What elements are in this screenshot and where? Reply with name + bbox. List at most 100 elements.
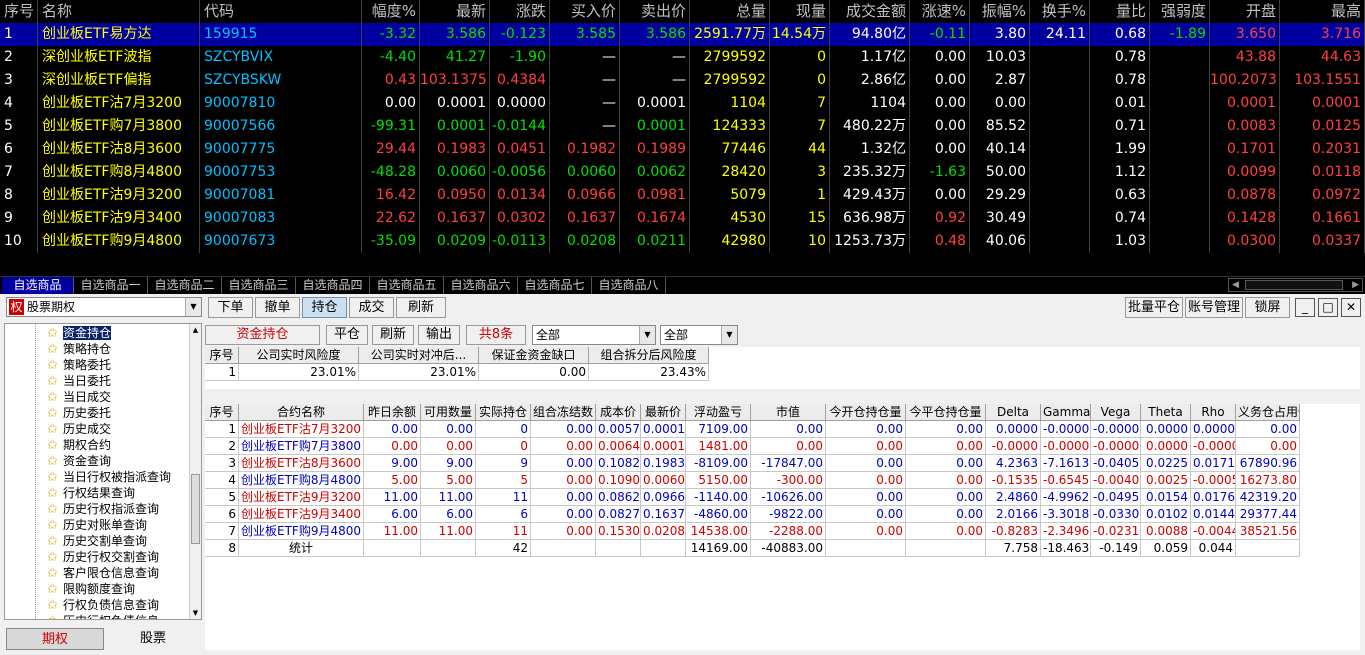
watchlist-tab-8[interactable]: 自选商品八 bbox=[592, 277, 666, 294]
nav-item[interactable]: ✩ 历史对账单查询 bbox=[47, 517, 147, 533]
nav-item[interactable]: ✩ 历史行权指派查询 bbox=[47, 501, 159, 517]
scroll-thumb[interactable] bbox=[1245, 280, 1343, 290]
tab-stocks[interactable]: 股票 bbox=[104, 628, 202, 650]
nav-item[interactable]: ✩ 当日行权被指派查询 bbox=[47, 469, 171, 485]
lock-screen-button[interactable]: 锁屏 bbox=[1245, 297, 1290, 318]
nav-item[interactable]: ✩ 历史成交 bbox=[47, 421, 111, 437]
col-strength-header[interactable]: 强弱度 bbox=[1150, 0, 1210, 23]
refresh-positions-button[interactable]: 刷新 bbox=[372, 325, 414, 345]
col-amplitude-header[interactable]: 振幅% bbox=[970, 0, 1030, 23]
quote-row[interactable]: 5 创业板ETF购7月3800 90007566 -99.31 0.0001 -0.014… bbox=[0, 115, 1365, 138]
col-code-header[interactable]: 代码 bbox=[200, 0, 362, 23]
position_table-col-header[interactable]: Gamma bbox=[1041, 404, 1091, 421]
nav-item[interactable]: ✩ 历史行权交割查询 bbox=[47, 549, 159, 565]
position_table-col-header[interactable]: 市值 bbox=[751, 404, 826, 421]
scroll-right-icon[interactable]: ▶ bbox=[1352, 279, 1359, 291]
scroll-down-icon[interactable]: ▼ bbox=[191, 608, 200, 618]
position_table-col-header[interactable]: Rho bbox=[1191, 404, 1236, 421]
position_table-col-header[interactable]: Theta bbox=[1141, 404, 1191, 421]
quote-row[interactable]: 1 创业板ETF易方达 159915 -3.32 3.586 -0.123 3.585 3.5… bbox=[0, 23, 1365, 46]
col-change-pct-header[interactable]: 幅度% bbox=[362, 0, 420, 23]
col-last-header[interactable]: 最新 bbox=[420, 0, 490, 23]
fund_table-col-header[interactable]: 序号 bbox=[205, 347, 239, 364]
category-select[interactable]: 权 股票期权 ▼ bbox=[6, 297, 202, 317]
maximize-icon[interactable]: □ bbox=[1318, 298, 1338, 317]
nav-item[interactable]: ✩ 资金持仓 bbox=[47, 325, 112, 341]
quote-row[interactable]: 6 创业板ETF沽8月3600 90007775 29.44 0.1983 0.0451 0… bbox=[0, 138, 1365, 161]
account-manage-button[interactable]: 账号管理 bbox=[1185, 297, 1243, 318]
watchlist-tab-7[interactable]: 自选商品七 bbox=[518, 277, 592, 294]
col-change-header[interactable]: 涨跌 bbox=[490, 0, 550, 23]
scroll-left-icon[interactable]: ◀ bbox=[1232, 279, 1239, 291]
nav-item[interactable]: ✩ 资金查询 bbox=[47, 453, 111, 469]
position_table-col-header[interactable]: 今开仓持仓量 bbox=[826, 404, 906, 421]
nav-item[interactable]: ✩ 策略委托 bbox=[47, 357, 111, 373]
col-speed-header[interactable]: 涨速% bbox=[910, 0, 970, 23]
batch-close-button[interactable]: 批量平仓 bbox=[1125, 297, 1183, 318]
chevron-down-icon[interactable]: ▼ bbox=[721, 326, 737, 344]
nav-item[interactable]: ✩ 策略持仓 bbox=[47, 341, 111, 357]
fund_table-col-header[interactable]: 保证金资金缺口 bbox=[479, 347, 589, 364]
close-icon[interactable]: ✕ bbox=[1341, 298, 1361, 317]
watchlist-tab-4[interactable]: 自选商品四 bbox=[296, 277, 370, 294]
nav-item[interactable]: ✩ 行权负债信息查询 bbox=[47, 597, 159, 613]
position_table-col-header[interactable]: 成本价 bbox=[596, 404, 641, 421]
nav-item[interactable]: ✩历史行权负债信息 bbox=[47, 613, 159, 619]
position_table-col-header[interactable]: 可用数量 bbox=[421, 404, 476, 421]
quote-row[interactable]: 2 深创业板ETF波指 SZCYBVIX -4.40 41.27 -1.90— —27995… bbox=[0, 46, 1365, 69]
nav-item[interactable]: ✩ 行权结果查询 bbox=[47, 485, 135, 501]
col-high-header[interactable]: 最高 bbox=[1280, 0, 1365, 23]
position_table-col-header[interactable]: 实际持仓 bbox=[476, 404, 531, 421]
col-cur-volume-header[interactable]: 现量 bbox=[770, 0, 830, 23]
col-turnover-rate-header[interactable]: 换手% bbox=[1030, 0, 1090, 23]
quote-row[interactable]: 8 创业板ETF沽9月3200 90007081 16.42 0.0950 0.0134 0… bbox=[0, 184, 1365, 207]
nav-item[interactable]: ✩ 当日成交 bbox=[47, 389, 111, 405]
fund_table-col-header[interactable]: 组合拆分后风险度 bbox=[589, 347, 709, 364]
quote-row[interactable]: 10 创业板ETF购9月4800 90007673 -35.09 0.0209 -0.01… bbox=[0, 230, 1365, 253]
order-button[interactable]: 下单 bbox=[208, 297, 253, 318]
position_table-col-header[interactable]: 最新价 bbox=[641, 404, 686, 421]
position_table-col-header[interactable]: 昨日余额 bbox=[364, 404, 421, 421]
cancel-order-button[interactable]: 撤单 bbox=[255, 297, 300, 318]
tab-options[interactable]: 期权 bbox=[6, 628, 104, 650]
nav-item[interactable]: ✩ 历史委托 bbox=[47, 405, 111, 421]
chevron-down-icon[interactable]: ▼ bbox=[185, 298, 201, 316]
watchlist-tab-5[interactable]: 自选商品五 bbox=[370, 277, 444, 294]
quote-row[interactable]: 4 创业板ETF沽7月3200 90007810 0.00 0.0001 0.0000—0… bbox=[0, 92, 1365, 115]
position_table-col-header[interactable]: 今平仓持仓量 bbox=[906, 404, 986, 421]
position_table-col-header[interactable]: 义务仓占用保... bbox=[1236, 404, 1300, 421]
col-vol-ratio-header[interactable]: 量比 bbox=[1090, 0, 1150, 23]
position_table-col-header[interactable]: Delta bbox=[986, 404, 1041, 421]
tree-scrollbar[interactable]: ▲ ▼ bbox=[189, 324, 201, 619]
watchlist-tab-6[interactable]: 自选商品六 bbox=[444, 277, 518, 294]
position_table-col-header[interactable]: 合约名称 bbox=[239, 404, 364, 421]
watchlist-tab-3[interactable]: 自选商品三 bbox=[222, 277, 296, 294]
nav-item[interactable]: ✩ 期权合约 bbox=[47, 437, 111, 453]
nav-item[interactable]: ✩ 限购额度查询 bbox=[47, 581, 135, 597]
quote-row[interactable]: 9 创业板ETF沽9月3400 90007083 22.62 0.1637 0.0302 0… bbox=[0, 207, 1365, 230]
nav-item[interactable]: ✩ 客户限仓信息查询 bbox=[47, 565, 159, 581]
scroll-up-icon[interactable]: ▲ bbox=[191, 325, 200, 335]
position-button[interactable]: 持仓 bbox=[302, 297, 347, 318]
col-bid-header[interactable]: 买入价 bbox=[550, 0, 620, 23]
scroll-thumb[interactable] bbox=[191, 474, 200, 544]
position_table-col-header[interactable]: 浮动盈亏 bbox=[686, 404, 751, 421]
chevron-down-icon[interactable]: ▼ bbox=[639, 326, 655, 344]
col-index-header[interactable]: 序号 bbox=[0, 0, 38, 23]
position_table-col-header[interactable]: 序号 bbox=[205, 404, 239, 421]
trades-button[interactable]: 成交 bbox=[349, 297, 394, 318]
col-ask-header[interactable]: 卖出价 bbox=[620, 0, 690, 23]
watchlist-tab-2[interactable]: 自选商品二 bbox=[148, 277, 222, 294]
nav-item[interactable]: ✩ 历史交割单查询 bbox=[47, 533, 147, 549]
col-name-header[interactable]: 名称 bbox=[38, 0, 200, 23]
col-turnover-header[interactable]: 成交金额 bbox=[830, 0, 910, 23]
minimize-icon[interactable]: _ bbox=[1295, 298, 1315, 317]
export-button[interactable]: 输出 bbox=[418, 325, 460, 345]
fund_table-col-header[interactable]: 公司实时对冲后... bbox=[359, 347, 479, 364]
watchlist-tab-1[interactable]: 自选商品一 bbox=[74, 277, 148, 294]
position_table-col-header[interactable]: 组合冻结数 bbox=[531, 404, 596, 421]
quote-row[interactable]: 7 创业板ETF购8月4800 90007753 -48.28 0.0060 -0.005… bbox=[0, 161, 1365, 184]
filter-select-1[interactable]: 全部 ▼ bbox=[532, 325, 656, 345]
close-position-button[interactable]: 平仓 bbox=[326, 325, 368, 345]
nav-item[interactable]: ✩ 当日委托 bbox=[47, 373, 111, 389]
